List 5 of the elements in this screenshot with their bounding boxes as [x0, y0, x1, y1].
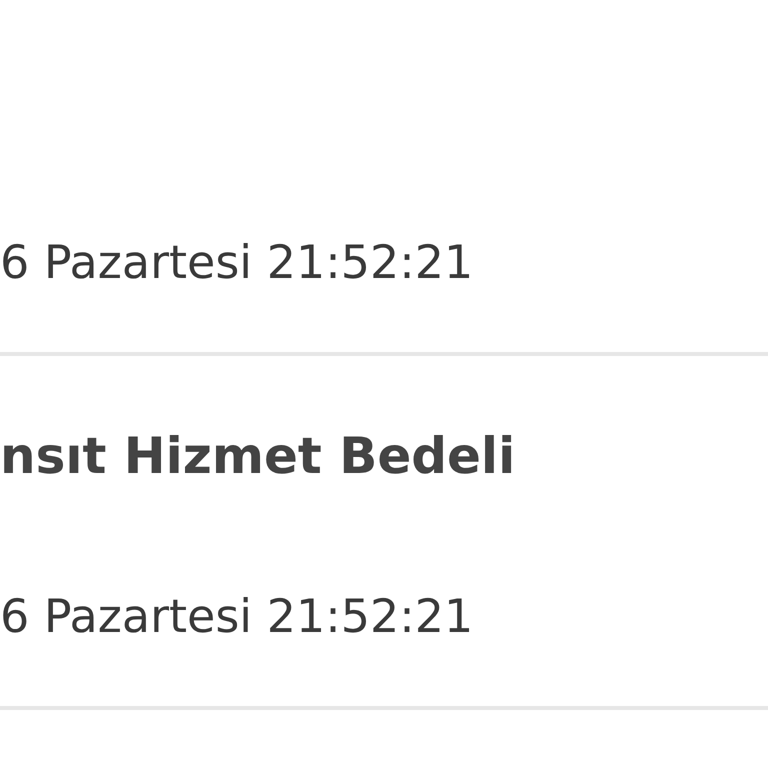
transaction-title: nsıt Hizmet Bedeli — [0, 426, 516, 486]
transaction-date: 6 Pazartesi 21:52:21 — [0, 234, 474, 291]
transaction-item[interactable]: 6 Pazartesi 21:52:21 — [0, 0, 768, 356]
transaction-item[interactable]: nsıt Hizmet Bedeli 6 Pazartesi 21:52:21 — [0, 356, 768, 710]
transaction-date: 6 Pazartesi 21:52:21 — [0, 588, 474, 645]
